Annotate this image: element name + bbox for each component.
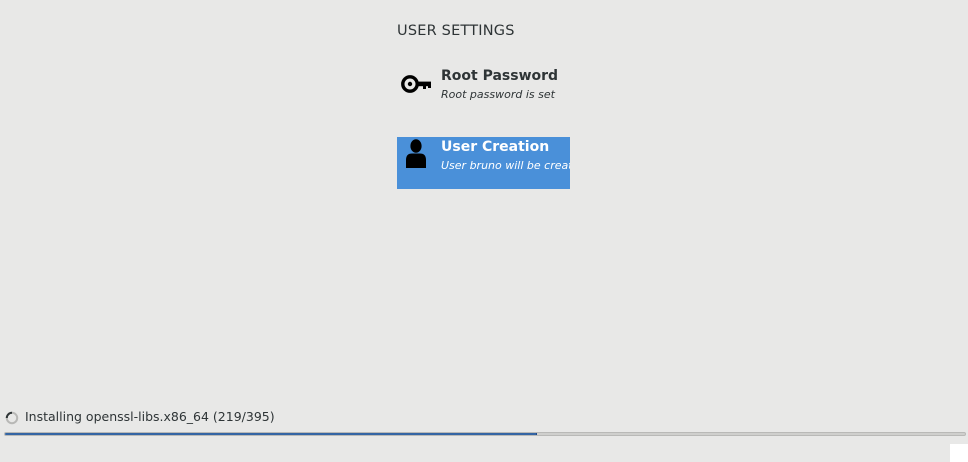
installer-hub: USER SETTINGS Root Password Root passwor… bbox=[0, 0, 968, 462]
progress-bar bbox=[4, 432, 966, 436]
progress-bar-fill bbox=[5, 433, 538, 435]
user-creation-spoke[interactable]: User Creation User bruno will be created bbox=[397, 137, 570, 189]
section-title: USER SETTINGS bbox=[397, 23, 515, 39]
spoke-title: Root Password bbox=[441, 68, 559, 84]
spoke-title: User Creation bbox=[441, 139, 550, 155]
key-icon bbox=[401, 75, 431, 93]
spinner-icon bbox=[5, 411, 19, 425]
root-password-spoke[interactable]: Root Password Root password is set bbox=[397, 66, 570, 118]
window-corner bbox=[950, 444, 968, 462]
spoke-status: User bruno will be created bbox=[441, 159, 570, 172]
progress-label: Installing openssl-libs.x86_64 (219/395) bbox=[25, 409, 275, 424]
user-icon bbox=[406, 139, 426, 168]
spoke-status: Root password is set bbox=[441, 88, 555, 101]
